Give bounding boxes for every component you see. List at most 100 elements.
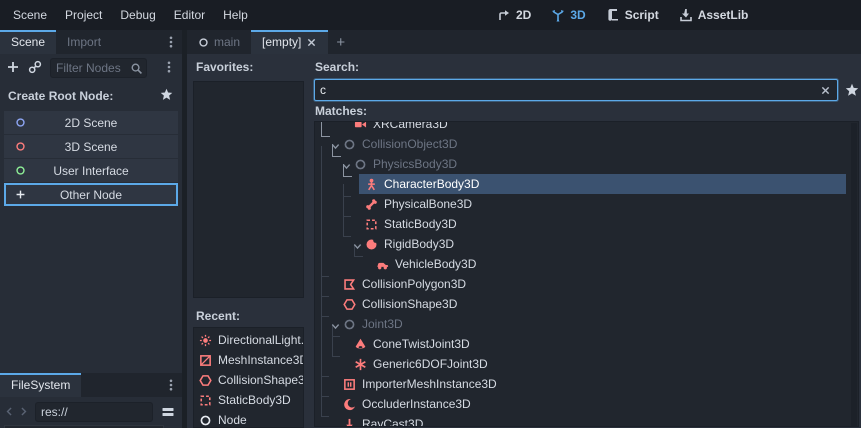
tree-item-collisionpolygon3d[interactable]: CollisionPolygon3D bbox=[315, 274, 846, 294]
dock-menu-dots-icon[interactable] bbox=[164, 35, 178, 49]
root-option-label: Other Node bbox=[60, 188, 122, 202]
collision-shape-icon bbox=[343, 298, 356, 311]
generic-6dof-joint-icon bbox=[354, 358, 367, 371]
close-icon bbox=[820, 85, 831, 96]
tree-item-label: ImporterMeshInstance3D bbox=[362, 377, 497, 391]
tree-item-xrcamera3d[interactable]: XRCamera3D bbox=[315, 121, 846, 134]
workspace-label: AssetLib bbox=[698, 8, 749, 22]
tree-item-characterbody3d[interactable]: CharacterBody3D bbox=[315, 174, 846, 194]
instance-scene-button[interactable] bbox=[28, 60, 44, 76]
dots-vertical-icon bbox=[164, 35, 178, 49]
search-field-wrap bbox=[314, 79, 838, 101]
dock-tab-import[interactable]: Import bbox=[56, 30, 112, 54]
filesystem-tab-strip: FileSystem bbox=[0, 373, 182, 397]
star-icon bbox=[160, 88, 173, 101]
workspace-3d-icon bbox=[551, 8, 565, 22]
root-option-other-node[interactable]: Other Node bbox=[4, 183, 178, 206]
add-scene-tab-button[interactable]: + bbox=[328, 30, 353, 54]
tree-item-raycast3d[interactable]: RayCast3D bbox=[315, 414, 846, 427]
cone-twist-joint-icon bbox=[354, 338, 367, 351]
left-dock-tab-strip: Scene Import bbox=[0, 30, 182, 54]
workspace-script-button[interactable]: Script bbox=[606, 8, 659, 22]
tree-item-collisionobject3d[interactable]: CollisionObject3D bbox=[315, 134, 846, 154]
expand-arrow-icon[interactable] bbox=[330, 141, 341, 149]
tree-item-label: CharacterBody3D bbox=[384, 177, 479, 191]
tree-item-importermeshinstance3d[interactable]: ImporterMeshInstance3D bbox=[315, 374, 846, 394]
scene-dock-toolbar bbox=[0, 54, 182, 81]
tree-item-rigidbody3d[interactable]: RigidBody3D bbox=[315, 234, 846, 254]
scene-menu-dots-icon[interactable] bbox=[162, 60, 176, 76]
rigid-body-icon bbox=[365, 238, 378, 251]
add-node-button[interactable] bbox=[6, 60, 22, 76]
tree-item-generic6dofjoint3d[interactable]: Generic6DOFJoint3D bbox=[315, 354, 846, 374]
root-option-2d-scene[interactable]: 2D Scene bbox=[4, 111, 178, 134]
create-root-node-header: Create Root Node: bbox=[0, 81, 182, 109]
recent-item-staticbody3d[interactable]: StaticBody3D bbox=[194, 390, 303, 410]
dock-tab-label: Import bbox=[67, 35, 101, 49]
tree-item-label: OccluderInstance3D bbox=[362, 397, 471, 411]
tree-rows: XRCamera3DCollisionObject3DPhysicsBody3D… bbox=[315, 121, 858, 427]
tree-item-conetwistjoint3d[interactable]: ConeTwistJoint3D bbox=[315, 334, 846, 354]
character-body-icon bbox=[365, 178, 378, 191]
dock-tab-label: Scene bbox=[11, 35, 45, 49]
create-new-node-dialog: Favorites: Recent: DirectionalLight...Me… bbox=[187, 54, 861, 428]
close-scene-tab-icon[interactable] bbox=[306, 37, 317, 48]
abstract-class-icon bbox=[343, 318, 356, 331]
directional-light-icon bbox=[199, 334, 212, 347]
mesh-instance-icon bbox=[199, 354, 212, 367]
recent-item-collisionshape3d[interactable]: CollisionShape3D bbox=[194, 370, 303, 390]
expand-arrow-icon[interactable] bbox=[341, 161, 352, 169]
tree-item-physicsbody3d[interactable]: PhysicsBody3D bbox=[315, 154, 846, 174]
node-search-input[interactable] bbox=[315, 80, 837, 100]
dots-vertical-icon bbox=[162, 60, 176, 74]
favorites-star-icon[interactable] bbox=[160, 88, 173, 101]
plus-icon bbox=[15, 189, 26, 200]
workspace-label: 3D bbox=[570, 8, 585, 22]
workspace-3d-button[interactable]: 3D bbox=[551, 8, 585, 22]
matches-label: Matches: bbox=[315, 104, 367, 118]
clear-search-icon[interactable] bbox=[820, 85, 832, 97]
plus-icon bbox=[6, 60, 20, 74]
physical-bone-icon bbox=[365, 198, 378, 211]
split-view-icon[interactable] bbox=[161, 405, 176, 419]
recent-item-meshinstance3d[interactable]: MeshInstance3D bbox=[194, 350, 303, 370]
abstract-class-icon bbox=[354, 158, 367, 171]
filesystem-path-input[interactable] bbox=[36, 403, 152, 421]
instance-link-icon bbox=[28, 60, 42, 74]
tree-item-vehiclebody3d[interactable]: VehicleBody3D bbox=[315, 254, 846, 274]
menu-debug[interactable]: Debug bbox=[111, 0, 164, 30]
history-back-icon[interactable] bbox=[4, 406, 16, 418]
recent-list: DirectionalLight...MeshInstance3DCollisi… bbox=[193, 327, 304, 428]
expand-arrow-icon[interactable] bbox=[352, 241, 363, 249]
tree-item-collisionshape3d[interactable]: CollisionShape3D bbox=[315, 294, 846, 314]
expand-arrow-icon[interactable] bbox=[330, 321, 341, 329]
dock-tab-filesystem[interactable]: FileSystem bbox=[0, 373, 81, 397]
menu-project[interactable]: Project bbox=[56, 0, 111, 30]
workspace-2d-button[interactable]: 2D bbox=[497, 8, 531, 22]
tree-item-physicalbone3d[interactable]: PhysicalBone3D bbox=[315, 194, 846, 214]
toggle-favorite-button[interactable] bbox=[843, 79, 860, 101]
recent-item-directionallight[interactable]: DirectionalLight... bbox=[194, 330, 303, 350]
tree-item-label: CollisionShape3D bbox=[362, 297, 457, 311]
root-option-user-interface[interactable]: User Interface bbox=[4, 159, 178, 182]
create-root-node-label: Create Root Node: bbox=[8, 89, 113, 103]
recent-item-node[interactable]: Node bbox=[194, 410, 303, 428]
menu-scene[interactable]: Scene bbox=[4, 0, 56, 30]
tree-item-staticbody3d[interactable]: StaticBody3D bbox=[315, 214, 846, 234]
root-option-3d-scene[interactable]: 3D Scene bbox=[4, 135, 178, 158]
tree-item-joint3d[interactable]: Joint3D bbox=[315, 314, 846, 334]
root-node-options: 2D Scene3D SceneUser Interface Other Node bbox=[0, 109, 182, 209]
scene-tab-empty[interactable]: [empty] bbox=[251, 30, 328, 54]
menu-help[interactable]: Help bbox=[214, 0, 257, 30]
tree-item-occluderinstance3d[interactable]: OccluderInstance3D bbox=[315, 394, 846, 414]
scene-tab-main[interactable]: main bbox=[187, 30, 251, 54]
recent-label: Recent: bbox=[196, 309, 240, 323]
chevron-left-icon bbox=[4, 406, 15, 417]
history-forward-icon[interactable] bbox=[18, 406, 30, 418]
dock-tab-scene[interactable]: Scene bbox=[0, 30, 56, 54]
recent-item-label: Node bbox=[218, 413, 247, 427]
tree-scrollbar[interactable] bbox=[851, 123, 857, 427]
filesystem-menu-dots-icon[interactable] bbox=[164, 378, 178, 392]
menu-editor[interactable]: Editor bbox=[165, 0, 214, 30]
workspace-assetlib-button[interactable]: AssetLib bbox=[679, 8, 749, 22]
